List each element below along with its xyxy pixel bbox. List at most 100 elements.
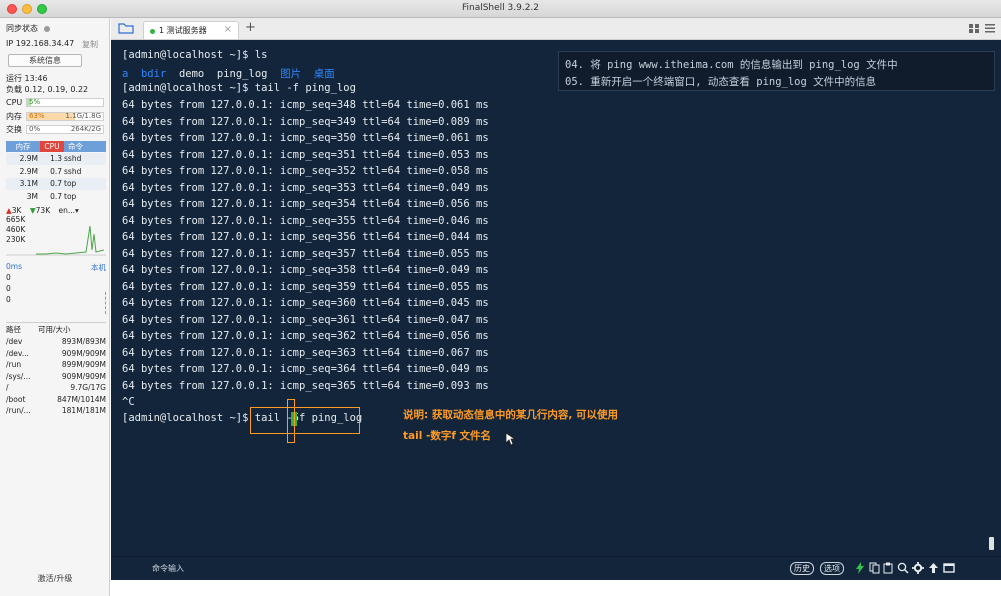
latency-scale-3: 0 [6, 295, 11, 304]
cpu-bar: 5% [26, 98, 104, 107]
cpu-value: 5% [29, 98, 41, 106]
add-tab-icon[interactable]: + [245, 20, 256, 35]
terminal-line-ping: 64 bytes from 127.0.0.1: icmp_seq=354 tt… [122, 198, 489, 210]
disk-usage: 899M/909M [61, 360, 106, 369]
disk-usage: 181M/181M [61, 406, 106, 415]
memory-value: 1.1G/1.8G [65, 112, 101, 120]
terminal-line-ping: 64 bytes from 127.0.0.1: icmp_seq=355 tt… [122, 214, 489, 227]
disk-row[interactable]: /dev 893M/893M [6, 336, 106, 348]
cpu-row: CPU 5% [6, 98, 104, 107]
terminal-line-ping: 64 bytes from 127.0.0.1: icmp_seq=363 tt… [122, 346, 489, 359]
terminal-line-ping: 64 bytes from 127.0.0.1: icmp_seq=365 tt… [122, 379, 489, 392]
swap-label: 交换 [6, 125, 22, 134]
terminal-line-ping: 64 bytes from 127.0.0.1: icmp_seq=348 tt… [122, 99, 489, 111]
process-header-cpu[interactable]: CPU [40, 141, 64, 152]
disk-header-path[interactable]: 路径 [6, 324, 42, 336]
terminal[interactable]: [admin@localhost ~]$ ls a bdir demo ping… [111, 40, 1001, 556]
grid-view-icon[interactable] [969, 24, 979, 33]
load-average: 负载 0.12, 0.19, 0.22 [6, 85, 89, 94]
options-button[interactable]: 选项 [820, 562, 844, 575]
process-cpu: 0.7 [50, 191, 62, 201]
terminal-line-ls-command: [admin@localhost ~]$ ls [122, 49, 268, 61]
disk-row[interactable]: /run/... 181M/181M [6, 405, 106, 417]
process-cpu: 0.7 [50, 179, 62, 188]
paste-icon[interactable] [883, 562, 894, 574]
copy-ip-link[interactable]: 复制 [82, 39, 98, 50]
swap-row: 交换 0% 264K/2G [6, 124, 104, 135]
menu-icon[interactable] [985, 24, 995, 33]
tab-label: 1 测试服务器 [159, 26, 207, 35]
terminal-line-ping: 64 bytes from 127.0.0.1: icmp_seq=351 tt… [122, 148, 489, 161]
window-icon[interactable] [943, 562, 955, 574]
sidebar: 同步状态 IP 192.168.34.47 复制 系统信息 运行 13:46 负… [0, 18, 110, 596]
disk-header-usage[interactable]: 可用/大小 [38, 324, 71, 336]
system-info-button[interactable]: 系统信息 [8, 54, 82, 67]
latency-scale: 0 0 0 [6, 272, 11, 305]
uptime: 运行 13:46 [6, 74, 48, 83]
note-line-1: 说明: 获取动态信息中的某几行内容, 可以使用 [403, 409, 618, 421]
ip-address: IP 192.168.34.47 [6, 39, 75, 48]
disk-usage: 909M/909M [61, 348, 106, 358]
memory-row: 内存 63% 1.1G/1.8G [6, 111, 104, 122]
memory-percent: 63% [29, 112, 45, 120]
terminal-line-ping: 64 bytes from 127.0.0.1: icmp_seq=352 tt… [122, 165, 489, 177]
ip-row: IP 192.168.34.47 复制 [6, 39, 104, 50]
network-graph [6, 225, 106, 256]
disk-path: /sys/... [6, 371, 31, 381]
process-row[interactable]: 3.1M 0.7 top [6, 178, 106, 190]
process-row[interactable]: 2.9M 1.3 sshd [6, 153, 106, 165]
latency-target[interactable]: 本机 [91, 262, 106, 273]
process-row[interactable]: 2.9M 0.7 sshd [6, 165, 106, 178]
ls-item: 桌面 [313, 68, 335, 80]
terminal-line-ping: 64 bytes from 127.0.0.1: icmp_seq=360 tt… [122, 297, 489, 309]
ls-item: bdir [140, 68, 167, 80]
terminal-line-ping: 64 bytes from 127.0.0.1: icmp_seq=358 tt… [122, 264, 489, 276]
disk-row[interactable]: /dev... 909M/909M [6, 348, 106, 360]
cpu-label: CPU [6, 98, 23, 107]
terminal-line-ping: 64 bytes from 127.0.0.1: icmp_seq=364 tt… [122, 363, 489, 375]
terminal-line-ping: 64 bytes from 127.0.0.1: icmp_seq=350 tt… [122, 132, 489, 144]
window-titlebar: FinalShell 3.9.2.2 [0, 0, 1001, 18]
latency-scale-2: 0 [6, 284, 11, 293]
arrow-up-icon[interactable] [928, 562, 939, 574]
tab-test-server[interactable]: 1 测试服务器 × [143, 21, 239, 39]
command-input-field[interactable]: 命令输入 [152, 563, 184, 574]
terminal-line-ping: 64 bytes from 127.0.0.1: icmp_seq=357 tt… [122, 247, 489, 260]
disk-row[interactable]: /run 899M/909M [6, 359, 106, 371]
disk-row[interactable]: /boot 847M/1014M [6, 394, 106, 406]
process-row[interactable]: 3M 0.7 top [6, 190, 106, 203]
sync-status-label: 同步状态 [6, 24, 38, 33]
lightning-icon[interactable] [856, 562, 864, 574]
latency-value: 0ms [6, 262, 22, 271]
command-highlight-box [250, 407, 360, 434]
network-monitor: ▲3K ▼73K en...▾ 665K 460K 230K [6, 206, 106, 258]
disk-row[interactable]: /sys/... 909M/909M [6, 371, 106, 383]
process-cpu: 0.7 [50, 166, 62, 176]
disk-table: 路径 可用/大小 /dev 893M/893M/dev... 909M/909M/r… [6, 322, 106, 434]
disk-row[interactable]: / 9.7G/17G [6, 382, 106, 394]
terminal-scrollbar[interactable] [989, 537, 994, 550]
disk-table-header: 路径 可用/大小 [6, 324, 106, 336]
disk-path: /boot [6, 394, 26, 404]
process-header-memory[interactable]: 内存 [6, 141, 40, 152]
history-button[interactable]: 历史 [790, 562, 814, 575]
terminal-line-ping: 64 bytes from 127.0.0.1: icmp_seq=356 tt… [122, 231, 489, 243]
ls-item: demo [178, 68, 205, 80]
process-memory: 3M [26, 191, 38, 201]
terminal-line-ctrl-c: ^C [122, 396, 135, 408]
disk-path: /dev... [6, 348, 29, 358]
tab-close-icon[interactable]: × [224, 24, 232, 35]
process-header-command[interactable]: 命令 [64, 141, 106, 152]
process-command: sshd [64, 166, 82, 176]
search-icon[interactable] [897, 562, 909, 574]
copy-icon[interactable] [869, 562, 880, 574]
activate-upgrade-link[interactable]: 激活/升级 [0, 573, 109, 584]
instruction-box: 04. 将 ping www.itheima.com 的信息输出到 ping_l… [558, 51, 995, 91]
disk-path: / [6, 383, 9, 392]
folder-icon[interactable] [118, 22, 134, 34]
latency-monitor: 0ms 本机 0 0 0 [6, 262, 106, 314]
mouse-pointer-icon [505, 432, 515, 446]
disk-usage: 9.7G/17G [70, 383, 106, 392]
latency-scale-1: 0 [6, 273, 11, 282]
gear-icon[interactable] [912, 562, 924, 574]
